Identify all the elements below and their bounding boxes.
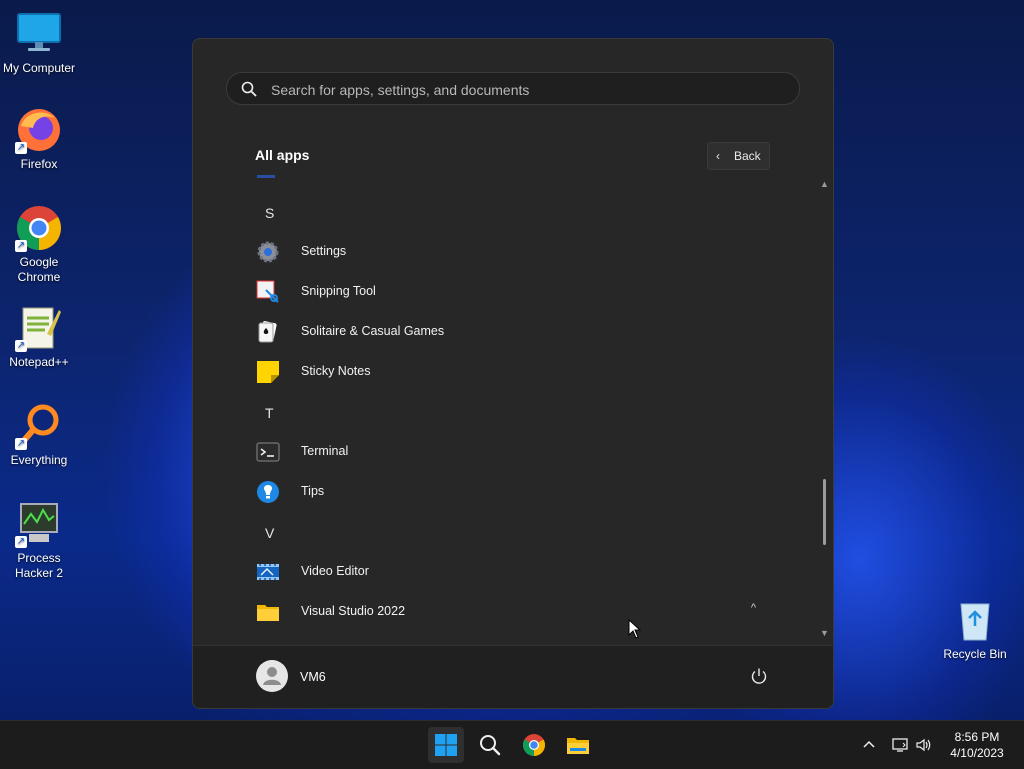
clock-date: 4/10/2023 — [950, 746, 1004, 760]
start-menu-footer: VM6 — [193, 645, 833, 708]
desktop-icon-label: Google Chrome — [17, 255, 61, 284]
app-item-label: Tips — [301, 484, 325, 498]
app-folder-visual-studio[interactable]: Visual Studio 2022 ^ — [248, 592, 808, 632]
search-icon — [479, 734, 501, 761]
user-name[interactable]: VM6 — [300, 670, 326, 684]
scrollbar-thumb[interactable] — [823, 479, 826, 545]
taskbar: 8:56 PM 4/10/2023 — [0, 720, 1024, 769]
app-item-label: Solitaire & Casual Games — [301, 324, 445, 338]
all-apps-title: All apps — [255, 147, 310, 163]
taskbar-search-button[interactable] — [472, 727, 508, 763]
user-avatar-icon[interactable] — [256, 660, 288, 692]
all-apps-list: S Settings Snipping Tool Solitaire & Cas… — [193, 175, 819, 643]
letter-header-s[interactable]: S — [265, 205, 274, 221]
desktop-icon-label: Everything — [10, 453, 68, 467]
lightbulb-icon — [256, 480, 280, 504]
desktop-icon-google-chrome[interactable]: ↗ Google Chrome — [1, 204, 77, 285]
power-icon[interactable] — [749, 666, 769, 686]
folder-icon — [256, 600, 280, 624]
chrome-icon: ↗ — [15, 204, 63, 252]
desktop-icon-label: Notepad++ — [9, 355, 69, 369]
back-button[interactable]: ‹ Back — [707, 142, 770, 170]
letter-header-v[interactable]: V — [265, 525, 274, 541]
process-hacker-icon: ↗ — [15, 500, 63, 548]
desktop-icon-my-computer[interactable]: My Computer — [1, 10, 77, 76]
app-item-label: Settings — [301, 244, 347, 258]
app-item-label: Video Editor — [301, 564, 369, 578]
app-item-video-editor[interactable]: Video Editor — [248, 552, 808, 592]
app-item-sticky-notes[interactable]: Sticky Notes — [248, 352, 808, 392]
clock-time: 8:56 PM — [954, 730, 1000, 744]
desktop-icon-recycle-bin[interactable]: Recycle Bin — [937, 596, 1013, 662]
desktop-icon-process-hacker[interactable]: ↗ Process Hacker 2 — [1, 500, 77, 581]
scroll-up-arrow-icon[interactable]: ▲ — [820, 179, 829, 189]
terminal-icon — [256, 440, 280, 464]
app-item-label: Sticky Notes — [301, 364, 371, 378]
chrome-icon — [522, 733, 546, 762]
chevron-up-icon[interactable] — [860, 736, 878, 754]
gear-icon — [256, 240, 280, 264]
desktop-icon-label: My Computer — [2, 61, 76, 75]
network-icon[interactable] — [891, 736, 909, 754]
shortcut-arrow-icon: ↗ — [15, 142, 27, 154]
desktop-icon-everything[interactable]: ↗ Everything — [1, 402, 77, 468]
app-item-label: Terminal — [301, 444, 349, 458]
taskbar-clock[interactable]: 8:56 PM 4/10/2023 — [944, 729, 1010, 761]
app-list-scrollbar[interactable]: ▲ ▼ — [819, 179, 831, 639]
monitor-icon — [15, 10, 63, 58]
app-item-tips[interactable]: Tips — [248, 472, 808, 512]
app-item-label: Snipping Tool — [301, 284, 376, 298]
desktop-icon-label: Recycle Bin — [943, 647, 1007, 661]
search-icon — [241, 81, 257, 102]
shortcut-arrow-icon: ↗ — [15, 536, 27, 548]
folder-icon — [566, 733, 590, 762]
app-item-snipping-tool[interactable]: Snipping Tool — [248, 272, 808, 312]
everything-search-icon: ↗ — [15, 402, 63, 450]
firefox-icon: ↗ — [15, 106, 63, 154]
chevron-up-icon[interactable]: ^ — [751, 602, 756, 614]
desktop-icon-label: Firefox — [20, 157, 58, 171]
app-item-settings[interactable]: Settings — [248, 232, 808, 272]
snipping-tool-icon — [256, 280, 280, 304]
shortcut-arrow-icon: ↗ — [15, 340, 27, 352]
app-item-terminal[interactable]: Terminal — [248, 432, 808, 472]
search-input[interactable] — [269, 73, 773, 106]
windows-logo-icon — [435, 734, 457, 761]
notepad-plus-plus-icon: ↗ — [15, 304, 63, 352]
mouse-cursor-icon — [628, 618, 642, 639]
app-item-label: Visual Studio 2022 — [301, 604, 406, 618]
shortcut-arrow-icon: ↗ — [15, 240, 27, 252]
search-box[interactable] — [226, 72, 800, 106]
start-button[interactable] — [428, 727, 464, 763]
back-button-label: Back — [734, 149, 761, 163]
app-item-solitaire[interactable]: Solitaire & Casual Games — [248, 312, 808, 352]
sticky-note-icon — [256, 360, 280, 384]
start-menu: All apps ‹ Back S Settings Snipping Tool… — [192, 38, 834, 709]
partial-list-item — [257, 175, 275, 178]
scroll-down-arrow-icon[interactable]: ▼ — [820, 628, 829, 638]
shortcut-arrow-icon: ↗ — [15, 438, 27, 450]
desktop-icon-label: Process Hacker 2 — [14, 551, 64, 580]
chevron-left-icon: ‹ — [716, 149, 720, 163]
recycle-bin-icon — [951, 596, 999, 644]
desktop-icon-firefox[interactable]: ↗ Firefox — [1, 106, 77, 172]
volume-icon[interactable] — [915, 736, 933, 754]
desktop-icon-notepad-plus-plus[interactable]: ↗ Notepad++ — [1, 304, 77, 370]
taskbar-file-explorer-button[interactable] — [560, 727, 596, 763]
taskbar-chrome-button[interactable] — [516, 727, 552, 763]
letter-header-t[interactable]: T — [265, 405, 274, 421]
cards-icon — [256, 320, 280, 344]
film-icon — [256, 560, 280, 584]
